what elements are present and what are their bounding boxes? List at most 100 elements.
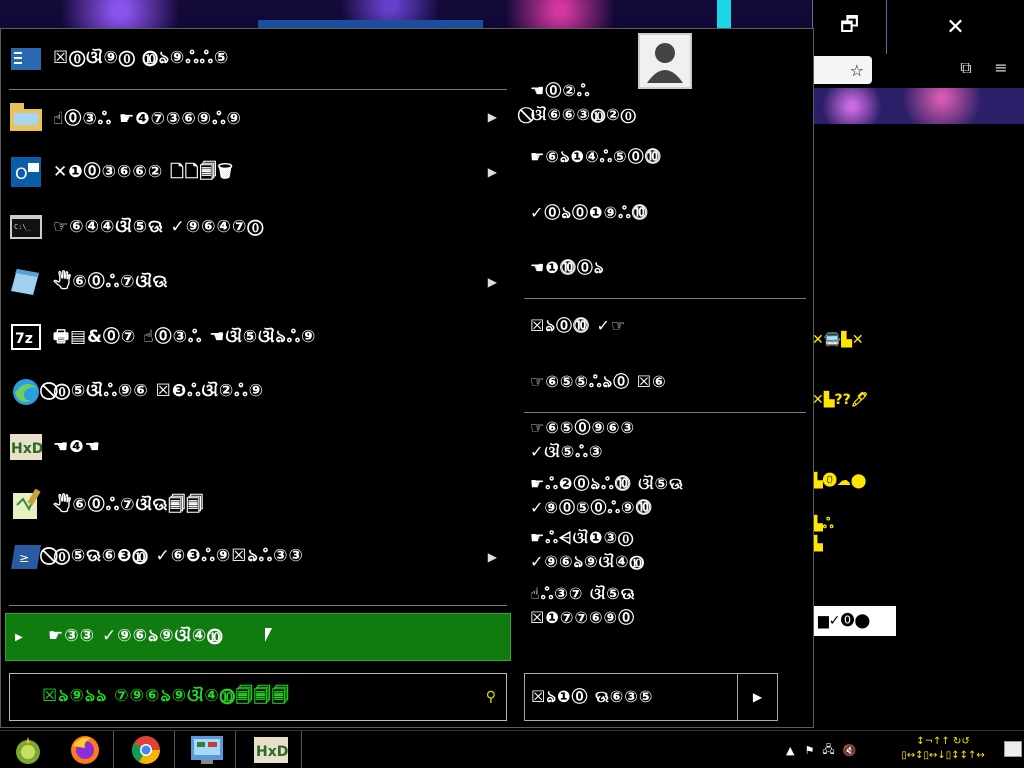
start-menu-header[interactable]: ☒⓪ଔ⑨⓪ ⓾ঌ⑨ஃஃ⑤ <box>5 33 511 85</box>
menu-item-label: ☚❹☚ <box>53 437 101 457</box>
hamburger-menu-icon[interactable]: ≡ <box>990 58 1012 82</box>
menu-item-label: ⃠⓪⑤ଔஃ⑨⑥ ☒❸ஃଔ②ஃ⑨ <box>53 381 265 401</box>
close-icon: ✕ <box>946 14 965 40</box>
menu-item-label: ✕❶⓪③⑥⑥② 🗋🗋🗐🗑 <box>53 161 234 182</box>
place-line: ☛⑥ঌ❶④ஃ⑤⓪⓾ <box>530 147 662 166</box>
search-input-value: ☒ঌ⑨ঌঌ ⑦⑨⑥ঌ⑨ଔ④⓾🗐🗐🗐 <box>42 685 290 706</box>
browser-toolbar: ☆ ⧉ ≡ <box>812 54 1024 88</box>
system-clock[interactable]: ↕¬↑↑ ↻↺ ▯↔↕▯↔↓▯↕↕↑↔ <box>893 735 993 763</box>
hxd-icon: HxD <box>253 737 288 763</box>
hxd-icon: HxD <box>9 430 43 464</box>
start-button[interactable] <box>0 731 56 768</box>
chevron-right-icon: ▶ <box>487 275 497 289</box>
menu-item-label: ⃠⓪⑤ଊ⑥❸⓾ ✓⑥❸ஃ⑨☒ঌஃ③③ <box>53 546 304 566</box>
edge-icon <box>9 375 43 409</box>
menu-item-hxd[interactable]: HxD ☚❹☚ <box>5 421 511 473</box>
keyboard-icon[interactable] <box>1004 741 1022 757</box>
start-menu-title: ☒⓪ଔ⑨⓪ ⓾ঌ⑨ஃஃ⑤ <box>53 48 230 68</box>
taskbar: HxD ▲ ⚑ 🖧 🔇 ↕¬↑↑ ↻↺ ▯↔↕▯↔↓▯↕↕↑↔ <box>0 730 1024 768</box>
page-button[interactable]: ▆✓⓿⬤ <box>812 606 896 636</box>
control-panel-icon <box>190 736 223 764</box>
folder-icon <box>9 100 43 134</box>
menu-item-folder[interactable]: ☝⓪③ஃ ☛❹⑦③⑥⑨ஃ⑨ ▶ <box>5 91 511 143</box>
network-icon[interactable]: 🖧 <box>822 741 834 760</box>
place-item[interactable]: ☛ஃ❷⓪ঌஃ⓾ ଔ⑤ଊ ✓⑨⓪⑤⓪ஃ⑨⓾ <box>530 472 684 520</box>
browser-titlebar: 🗗 ✕ <box>812 0 1024 54</box>
restore-icon: 🗗 <box>840 12 859 36</box>
all-programs-label: ☛③③ ✓⑨⑥ঌ⑨ଔ④⓾ <box>48 626 224 646</box>
taskbar-chrome[interactable] <box>117 731 175 768</box>
place-item[interactable]: ☚❶⓾⓪ঌ <box>530 256 605 280</box>
place-item[interactable]: ☛ஃ⩤ଔ❶③⓪ ✓⑨⑥ঌ⑨ଔ④⓾ <box>530 526 645 574</box>
menu-item-label: ☝⓪③ஃ ☛❹⑦③⑥⑨ஃ⑨ <box>53 108 242 129</box>
powershell-icon: ≥ <box>9 540 43 574</box>
outlook-icon: O <box>9 155 43 189</box>
taskbar-firefox[interactable] <box>56 731 114 768</box>
close-button[interactable]: ✕ <box>886 0 1024 54</box>
svg-text:≥: ≥ <box>19 551 29 565</box>
notepad-icon <box>9 265 43 299</box>
place-line: ☒ঌ⓪⓾ ✓☞ <box>530 316 627 335</box>
place-item[interactable]: ☚⓪②ஃ ⃠ଔ⑥⑥③⓾②⓪ <box>530 79 637 127</box>
chevron-right-icon[interactable]: ▶ <box>737 674 777 720</box>
place-line: ☚❶⓾⓪ঌ <box>530 258 605 277</box>
restore-button[interactable]: 🗗 <box>812 0 886 54</box>
place-item[interactable]: ☝ஃ③⑦ ଔ⑤ଊ ☒❶⑦⑦⑥⑨⓪ <box>530 582 635 630</box>
search-input[interactable]: ☒ঌ⑨ঌঌ ⑦⑨⑥ঌ⑨ଔ④⓾🗐🗐🗐 ⚲ <box>9 673 507 721</box>
programs-list: ☒⓪ଔ⑨⓪ ⓾ঌ⑨ஃஃ⑤ ☝⓪③ஃ ☛❹⑦③⑥⑨ஃ⑨ ▶ O ✕❶⓪③⑥⑥② 🗋… <box>1 29 516 729</box>
place-item[interactable]: ☛⑥ঌ❶④ஃ⑤⓪⓾ <box>530 145 662 169</box>
menu-item-outlook[interactable]: O ✕❶⓪③⑥⑥② 🗋🗋🗐🗑 ▶ <box>5 146 511 198</box>
svg-text:C:\_: C:\_ <box>14 223 32 231</box>
chevron-up-icon[interactable]: ▲ <box>786 744 794 757</box>
place-item[interactable]: ✓⓪ঌ⓪❶⑨ஃ⓾ <box>530 201 649 225</box>
mouse-cursor-icon <box>265 628 272 642</box>
star-icon[interactable]: ☆ <box>850 61 864 80</box>
start-menu: ☒⓪ଔ⑨⓪ ⓾ঌ⑨ஃஃ⑤ ☝⓪③ஃ ☛❹⑦③⑥⑨ஃ⑨ ▶ O ✕❶⓪③⑥⑥② 🗋… <box>0 28 814 728</box>
chrome-icon <box>131 736 160 764</box>
volume-muted-icon[interactable]: 🔇 <box>843 744 857 757</box>
menu-item-notepad[interactable]: 🖑⑥⓪ஃ⑦ଔଊ ▶ <box>5 256 511 308</box>
place-line: ☒❶⑦⑦⑥⑨⓪ <box>530 608 636 627</box>
place-line: ☞⑥⑤⓪⑨⑥③ <box>530 418 636 437</box>
menu-item-edge[interactable]: ⃠⓪⑤ଔஃ⑨⑥ ☒❸ஃଔ②ஃ⑨ <box>5 366 511 418</box>
place-item[interactable]: ☒ঌ⓪⓾ ✓☞ <box>530 314 626 338</box>
taskbar-control-panel[interactable] <box>178 731 236 768</box>
place-item[interactable]: ☞⑥⑤⓪⑨⑥③ ✓ଔ⑤ஃ③ <box>530 416 635 464</box>
place-item[interactable]: ☞⑥⑤⑤ஃঌ⓪ ☒⑥ <box>530 370 667 394</box>
menu-item-7zip[interactable]: 7z 🖶▤&⓪⑦ ☝⓪③ஃ ☚ଔ⑤ଔঌஃ⑨ <box>5 311 511 363</box>
page-banner <box>812 88 1024 124</box>
divider <box>524 412 806 413</box>
all-programs-button[interactable]: ▶ ☛③③ ✓⑨⑥ঌ⑨ଔ④⓾ <box>5 613 511 661</box>
divider <box>9 89 507 90</box>
start-orb-icon <box>16 737 40 764</box>
menu-item-powershell[interactable]: ≥ ⃠⓪⑤ଊ⑥❸⓾ ✓⑥❸ஃ⑨☒ঌஃ③③ ▶ <box>5 531 511 583</box>
address-bar[interactable]: ☆ <box>812 56 872 84</box>
flag-icon[interactable]: ⚑ <box>804 744 814 757</box>
page-text: ▙ஃ <box>812 516 834 532</box>
place-line: ☛ஃ⩤ଔ❶③⓪ <box>530 528 635 547</box>
place-line: ✓⑨⓪⑤⓪ஃ⑨⓾ <box>530 498 653 517</box>
places-list: ☚⓪②ஃ ⃠ଔ⑥⑥③⓾②⓪ ☛⑥ঌ❶④ஃ⑤⓪⓾ ✓⓪ঌ⓪❶⑨ஃ⓾ ☚❶⓾⓪ঌ ☒… <box>524 29 814 729</box>
place-line: ☛ஃ❷⓪ঌஃ⓾ ଔ⑤ଊ <box>530 474 684 493</box>
chevron-right-icon: ▶ <box>15 631 23 643</box>
shutdown-button[interactable]: ☒ঌ❶⓪ ଊ⑥③⑤ ▶ <box>524 673 778 721</box>
app-window-icon <box>9 42 43 76</box>
clock-time: ↕¬↑↑ ↻↺ <box>916 736 970 747</box>
search-icon[interactable]: ⚲ <box>486 689 496 705</box>
taskbar-hxd[interactable]: HxD <box>240 731 302 768</box>
chevron-right-icon: ▶ <box>487 165 497 179</box>
place-line: ✓⓪ঌ⓪❶⑨ஃ⓾ <box>530 203 649 222</box>
browser-window: 🗗 ✕ ☆ ⧉ ≡ ✕🚍▙✕ ✕▙??🖊 ▙⓿☁⬤ ▙ஃ ▙ ▆✓⓿⬤ <box>812 0 1024 636</box>
svg-text:HxD: HxD <box>11 441 42 457</box>
window-edge <box>717 0 731 28</box>
menu-item-label: ☞⑥④④ଔ⑤ଊ ✓⑨⑥④⑦⓪ <box>53 217 265 237</box>
place-line: ☚⓪②ஃ <box>530 81 591 100</box>
menu-item-console[interactable]: C:\_ ☞⑥④④ଔ⑤ଊ ✓⑨⑥④⑦⓪ <box>5 201 511 253</box>
system-tray: ▲ ⚑ 🖧 🔇 <box>786 731 856 768</box>
place-line: ✓ଔ⑤ஃ③ <box>530 442 604 461</box>
menu-item-notepadpp[interactable]: 🖑⑥⓪ஃ⑦ଔଊ🗐🗐 <box>5 479 511 531</box>
place-line: ☝ஃ③⑦ ଔ⑤ଊ <box>530 584 636 603</box>
menu-item-label: 🖶▤&⓪⑦ ☝⓪③ஃ ☚ଔ⑤ଔঌஃ⑨ <box>53 326 317 347</box>
extensions-icon[interactable]: ⧉ <box>955 58 977 82</box>
chevron-right-icon: ▶ <box>487 110 497 124</box>
